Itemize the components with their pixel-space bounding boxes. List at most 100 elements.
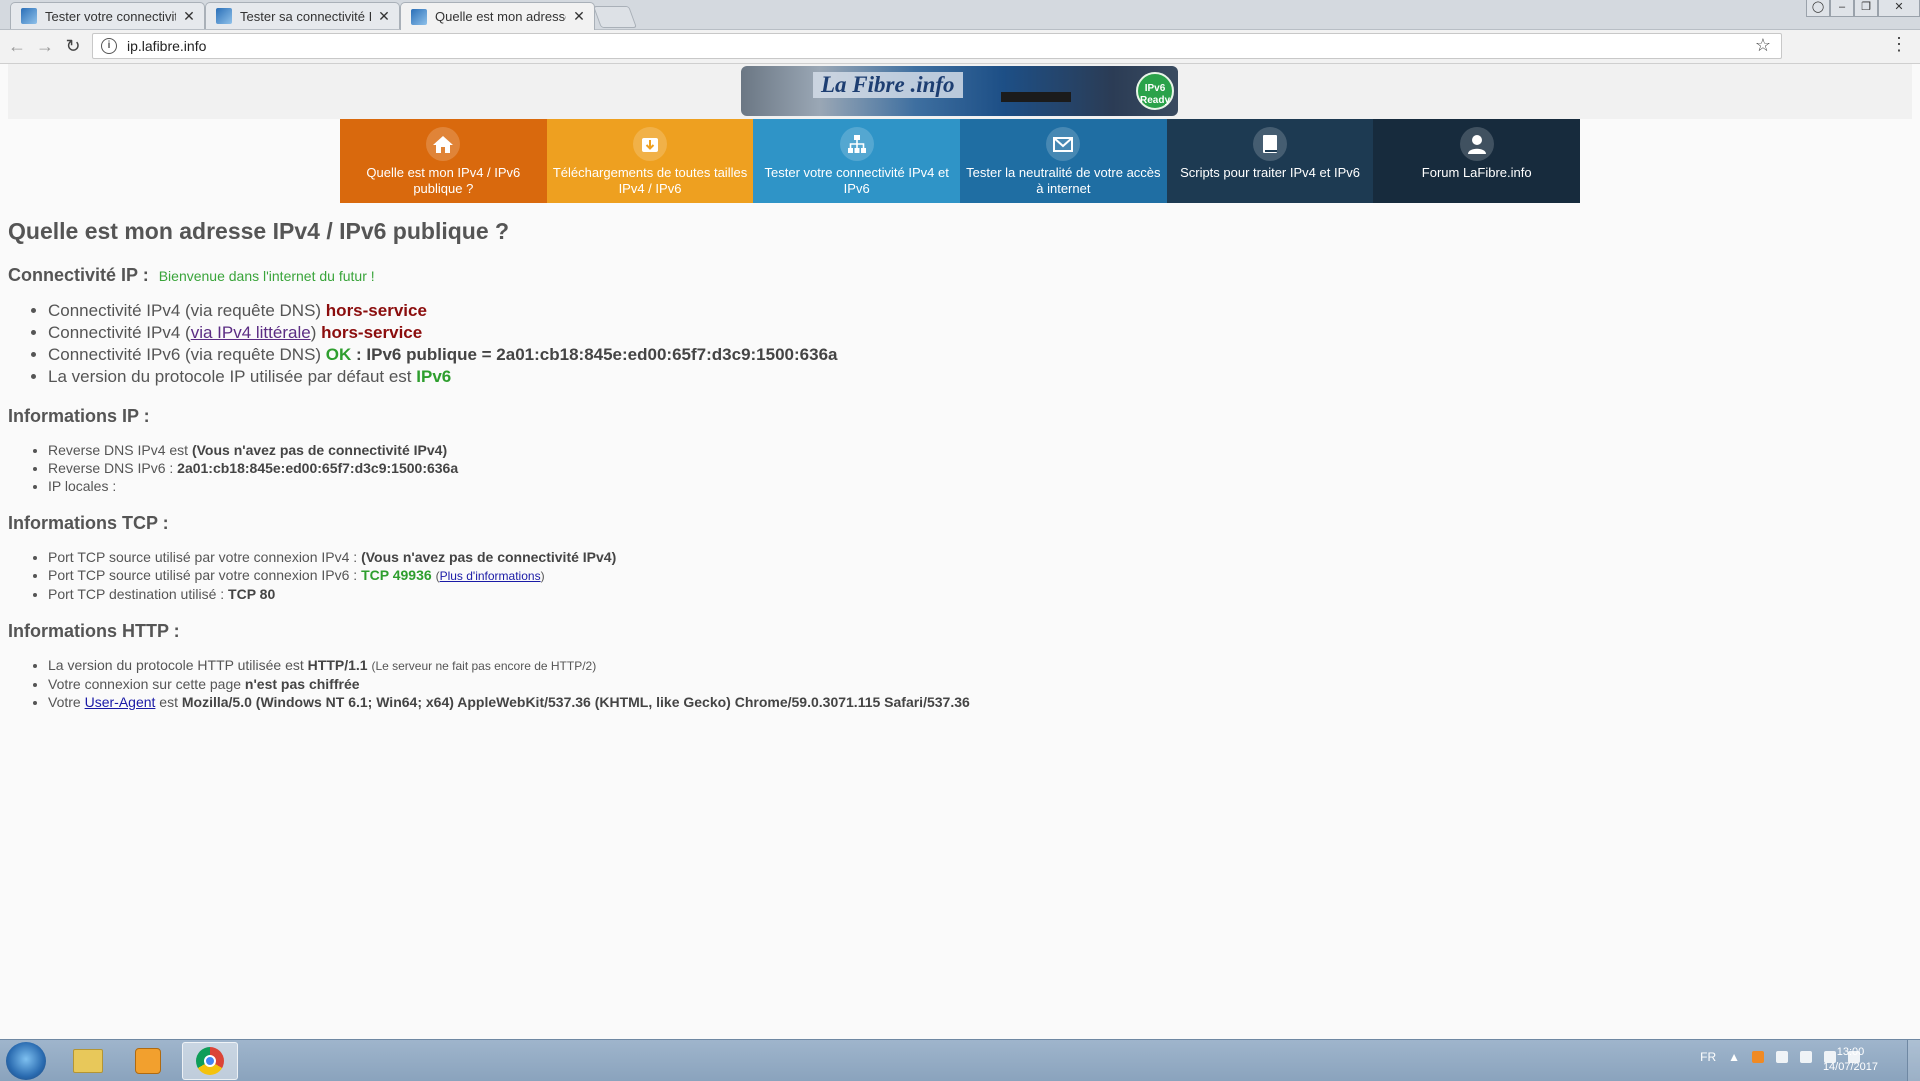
list-item: Port TCP source utilisé par votre connex… — [48, 566, 1908, 585]
status-badge: IPv6 — [416, 367, 452, 386]
list-item: Connectivité IPv4 (via requête DNS) hors… — [48, 300, 1908, 322]
status-badge: hors-service — [321, 323, 423, 342]
close-window-icon[interactable]: ✕ — [1878, 0, 1920, 17]
user-agent-string: Mozilla/5.0 (Windows NT 6.1; Win64; x64)… — [181, 694, 970, 710]
home-icon — [426, 127, 461, 161]
restore-icon[interactable]: ❐ — [1854, 0, 1878, 17]
info-icon[interactable]: i — [101, 38, 117, 54]
window-controls: ◯ – ❐ ✕ — [1806, 0, 1920, 18]
clock-date: 14/07/2017 — [1822, 1061, 1878, 1073]
download-icon — [633, 127, 667, 161]
site-logo[interactable]: La Fibre .info IPv6 Ready — [741, 66, 1178, 116]
http-info-list: La version du protocole HTTP utilisée es… — [8, 656, 1908, 711]
close-icon[interactable]: ✕ — [182, 8, 196, 25]
minimize-icon[interactable]: – — [1830, 0, 1854, 17]
list-item: Port TCP destination utilisé : TCP 80 — [48, 585, 1908, 603]
nav-item-telechargements[interactable]: Téléchargements de toutes tailles IPv4 /… — [546, 119, 754, 203]
close-icon[interactable]: ✕ — [572, 8, 586, 25]
nav-item-ip-publique[interactable]: Quelle est mon IPv4 / IPv6 publique ? — [340, 119, 547, 203]
favicon-icon — [21, 8, 37, 24]
tray-app-icon[interactable] — [1752, 1051, 1764, 1063]
list-item: Reverse DNS IPv4 est (Vous n'avez pas de… — [48, 441, 1908, 459]
logo-text: La Fibre .info — [813, 72, 963, 98]
list-item: Reverse DNS IPv6 : 2a01:cb18:845e:ed00:6… — [48, 459, 1908, 477]
ipv6-public-address: : IPv6 publique = 2a01:cb18:845e:ed00:65… — [356, 345, 838, 364]
nav-label: Téléchargements de toutes tailles IPv4 /… — [552, 165, 748, 196]
tab-title: Tester sa connectivité IPv — [240, 8, 371, 24]
browser-tab-2[interactable]: Tester sa connectivité IPv ✕ — [205, 2, 400, 29]
status-badge: hors-service — [325, 301, 427, 320]
section-heading-tcp: Informations TCP : — [8, 513, 169, 533]
language-indicator[interactable]: FR — [1700, 1050, 1716, 1064]
url-text: ip.lafibre.info — [127, 38, 207, 54]
more-info-link[interactable]: Plus d'informations — [440, 569, 541, 583]
clock[interactable]: 13:00 14/07/2017 — [1823, 1045, 1878, 1075]
list-item: La version du protocole HTTP utilisée es… — [48, 656, 1908, 675]
favicon-icon — [411, 8, 427, 25]
flag-icon[interactable] — [1800, 1051, 1812, 1063]
nav-item-scripts[interactable]: Scripts pour traiter IPv4 et IPv6 — [1166, 119, 1374, 203]
chrome-icon — [196, 1047, 224, 1075]
connectivity-list: Connectivité IPv4 (via requête DNS) hors… — [8, 300, 1908, 388]
reload-icon[interactable]: ↻ — [62, 36, 84, 57]
main-content: Quelle est mon adresse IPv4 / IPv6 publi… — [8, 218, 1908, 729]
taskbar-media-player[interactable] — [120, 1042, 176, 1080]
nav-item-tester-connectivite[interactable]: Tester votre connectivité IPv4 et IPv6 — [753, 119, 961, 203]
tab-strip: Tester votre connectivité ✕ Tester sa co… — [0, 0, 1920, 30]
folder-icon — [73, 1049, 103, 1073]
favicon-icon — [216, 8, 232, 24]
profile-icon[interactable]: ◯ — [1806, 0, 1830, 17]
section-heading-ip: Informations IP : — [8, 406, 150, 426]
nav-item-neutralite[interactable]: Tester la neutralité de votre accès à in… — [960, 119, 1167, 203]
nav-label: Quelle est mon IPv4 / IPv6 publique ? — [366, 165, 521, 196]
ip-info-list: Reverse DNS IPv4 est (Vous n'avez pas de… — [8, 441, 1908, 495]
user-agent-link[interactable]: User-Agent — [85, 694, 156, 710]
nav-item-forum[interactable]: Forum LaFibre.info — [1373, 119, 1581, 203]
web-page: La Fibre .info IPv6 Ready Quelle est mon… — [0, 64, 1920, 1039]
address-bar[interactable]: i ip.lafibre.info ☆ — [92, 33, 1782, 59]
list-item: Connectivité IPv4 (via IPv4 littérale) h… — [48, 322, 1908, 344]
list-item: Votre User-Agent est Mozilla/5.0 (Window… — [48, 693, 1908, 711]
book-icon — [1253, 127, 1288, 161]
taskbar: FR ▲ 13:00 14/07/2017 — [0, 1039, 1920, 1081]
list-item: Port TCP source utilisé par votre connex… — [48, 548, 1908, 566]
start-button[interactable] — [6, 1042, 46, 1080]
taskbar-chrome[interactable] — [182, 1042, 238, 1080]
section-heading-http: Informations HTTP : — [8, 621, 180, 641]
network-icon — [839, 127, 874, 161]
user-icon — [1459, 127, 1494, 161]
forward-arrow-icon[interactable]: → — [34, 36, 56, 57]
new-tab-button[interactable] — [592, 6, 638, 28]
nav-label: Forum LaFibre.info — [1421, 165, 1532, 180]
browser-toolbar: ← → ↻ i ip.lafibre.info ☆ ⋮ — [0, 30, 1920, 64]
media-player-icon — [135, 1048, 161, 1074]
taskbar-explorer[interactable] — [60, 1042, 116, 1080]
tray-expand-icon[interactable]: ▲ — [1728, 1050, 1740, 1064]
close-icon[interactable]: ✕ — [377, 8, 391, 25]
tab-title: Tester votre connectivité — [45, 8, 176, 24]
list-item: Votre connexion sur cette page n'est pas… — [48, 675, 1908, 693]
section-heading-connectivite: Connectivité IP : Bienvenue dans l'intern… — [8, 265, 375, 285]
nav-label: Tester votre connectivité IPv4 et IPv6 — [764, 165, 949, 196]
bookmark-star-icon[interactable]: ☆ — [1755, 35, 1771, 56]
browser-tab-1[interactable]: Tester votre connectivité ✕ — [10, 2, 205, 29]
ipv4-literal-link[interactable]: via IPv4 littérale — [191, 323, 311, 342]
nav-label: Tester la neutralité de votre accès à in… — [966, 165, 1161, 196]
browser-tab-3-active[interactable]: Quelle est mon adresse I ✕ — [400, 2, 595, 30]
show-desktop-button[interactable] — [1907, 1040, 1920, 1081]
main-navigation: Quelle est mon IPv4 / IPv6 publique ? Té… — [340, 119, 1581, 203]
tcp-info-list: Port TCP source utilisé par votre connex… — [8, 548, 1908, 603]
list-item: La version du protocole IP utilisée par … — [48, 366, 1908, 388]
welcome-message: Bienvenue dans l'internet du futur ! — [158, 268, 375, 284]
speaker-icon[interactable] — [1776, 1051, 1788, 1063]
logo-decoration — [1001, 92, 1071, 102]
ipv6-ready-badge: IPv6 Ready — [1136, 72, 1174, 110]
list-item: IP locales : — [48, 477, 1908, 495]
nav-label: Scripts pour traiter IPv4 et IPv6 — [1180, 165, 1360, 180]
menu-kebab-icon[interactable]: ⋮ — [1890, 34, 1908, 55]
tab-title: Quelle est mon adresse I — [435, 9, 566, 24]
back-arrow-icon[interactable]: ← — [6, 36, 28, 57]
list-item: Connectivité IPv6 (via requête DNS) OK :… — [48, 344, 1908, 366]
page-title: Quelle est mon adresse IPv4 / IPv6 publi… — [8, 218, 510, 244]
envelope-icon — [1046, 127, 1081, 161]
